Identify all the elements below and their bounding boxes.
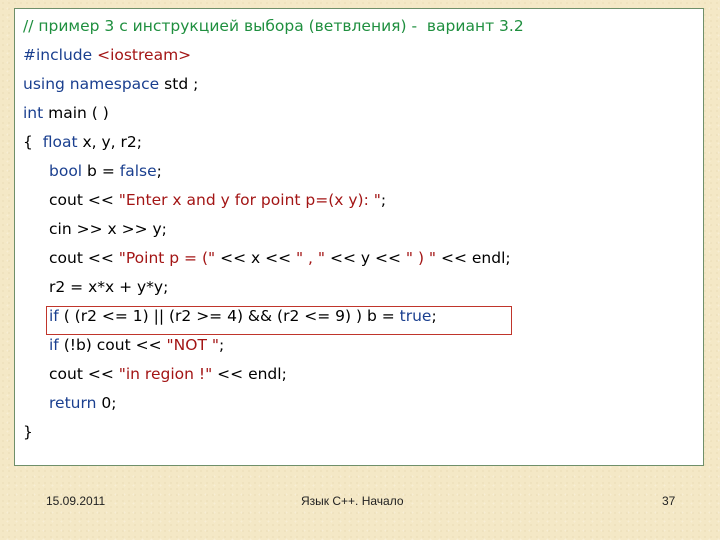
string-literal: " , " [296, 249, 326, 267]
code-line-7: cout << "Enter x and y for point p=(x y)… [49, 187, 386, 213]
string-literal: "Enter x and y for point p=(x y): " [118, 191, 381, 209]
include-library: <iostream> [92, 46, 192, 64]
string-literal: " ) " [405, 249, 437, 267]
footer-date: 15.09.2011 [46, 494, 106, 508]
string-literal: "NOT " [166, 336, 219, 354]
code-line-8: cin >> x >> y; [49, 216, 167, 242]
code-text: main ( ) [43, 104, 109, 122]
code-line-12: if (!b) cout << "NOT "; [49, 332, 224, 358]
code-text: (!b) cout << [58, 336, 167, 354]
keyword: false [119, 162, 157, 180]
code-line-15: } [23, 419, 33, 445]
code-text: cout << [49, 191, 119, 209]
close-brace: } [23, 423, 33, 441]
code-text: ; [218, 336, 225, 354]
code-line-1: // пример 3 с инструкцией выбора (ветвле… [23, 13, 524, 39]
code-text: << endl; [436, 249, 511, 267]
code-line-5: { float x, y, r2; [23, 129, 142, 155]
open-brace: { [23, 133, 43, 151]
keyword: int [23, 104, 44, 122]
code-line-6: bool b = false; [49, 158, 162, 184]
code-line-13: cout << "in region !" << endl; [49, 361, 287, 387]
footer-title: Язык С++. Начало [301, 494, 404, 508]
code-text: ; [156, 162, 162, 180]
string-literal: "Point p = (" [118, 249, 216, 267]
code-text: << endl; [212, 365, 287, 383]
code-text: std ; [159, 75, 199, 93]
code-text: 0; [96, 394, 117, 412]
keyword: bool [49, 162, 83, 180]
code-line-4: int main ( ) [23, 100, 109, 126]
code-text: b = [82, 162, 120, 180]
code-line-14: return 0; [49, 390, 116, 416]
code-text: cin >> x >> y; [49, 220, 167, 238]
code-text: ; [380, 191, 387, 209]
comment-text: // пример 3 с инструкцией выбора (ветвле… [23, 17, 524, 35]
string-literal: "in region !" [118, 365, 213, 383]
code-line-3: using namespace std ; [23, 71, 198, 97]
keyword: if [49, 336, 59, 354]
code-text: r2 = x*x + y*y; [49, 278, 169, 296]
condition-highlight-box [46, 306, 512, 335]
code-line-10: r2 = x*x + y*y; [49, 274, 168, 300]
code-text: x, y, r2; [77, 133, 142, 151]
code-line-9: cout << "Point p = (" << x << " , " << y… [49, 245, 511, 271]
keyword: float [42, 133, 78, 151]
keyword: return [49, 394, 97, 412]
keyword: using namespace [23, 75, 160, 93]
code-line-2: #include <iostream> [23, 42, 191, 68]
code-panel: // пример 3 с инструкцией выбора (ветвле… [14, 8, 704, 466]
code-text: cout << [49, 249, 119, 267]
footer-page-number: 37 [662, 494, 676, 508]
code-text: << x << [215, 249, 296, 267]
include-directive: #include [23, 46, 93, 64]
code-text: cout << [49, 365, 119, 383]
code-text: << y << [325, 249, 406, 267]
